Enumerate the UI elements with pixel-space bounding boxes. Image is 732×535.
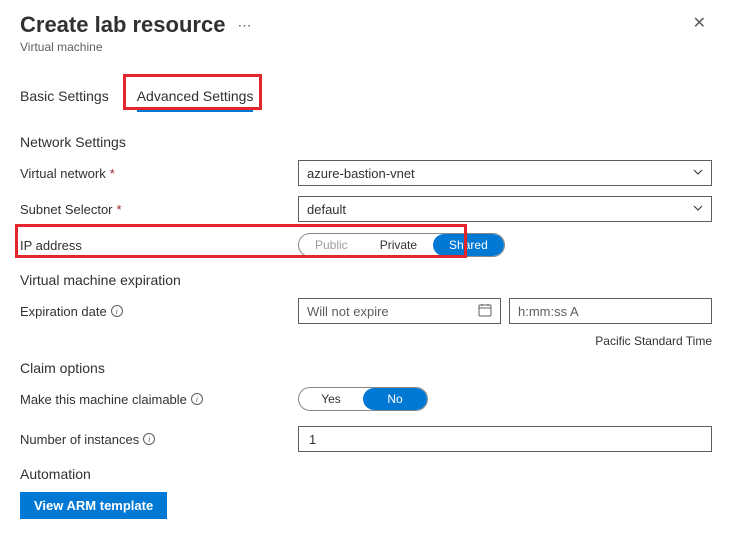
label-instances-text: Number of instances bbox=[20, 432, 139, 447]
label-ip-address: IP address bbox=[20, 238, 298, 253]
label-expiration-date: Expiration date i bbox=[20, 304, 298, 319]
chevron-down-icon bbox=[693, 203, 703, 216]
info-icon[interactable]: i bbox=[191, 393, 203, 405]
close-button[interactable]: ✕ bbox=[687, 12, 712, 36]
label-instances: Number of instances i bbox=[20, 432, 298, 447]
expiration-time-input[interactable]: h:mm:ss A bbox=[509, 298, 712, 324]
expiration-date-input[interactable]: Will not expire bbox=[298, 298, 501, 324]
info-icon[interactable]: i bbox=[111, 305, 123, 317]
page-subtitle: Virtual machine bbox=[20, 40, 254, 54]
row-subnet-selector: Subnet Selector * default bbox=[20, 196, 712, 222]
required-indicator: * bbox=[117, 202, 122, 217]
timezone-label: Pacific Standard Time bbox=[20, 334, 712, 348]
calendar-icon bbox=[478, 303, 492, 320]
section-claim-options: Claim options bbox=[20, 360, 712, 376]
view-arm-template-button[interactable]: View ARM template bbox=[20, 492, 167, 519]
ip-option-shared[interactable]: Shared bbox=[433, 234, 504, 256]
instances-field[interactable] bbox=[307, 431, 703, 448]
virtual-network-select[interactable]: azure-bastion-vnet bbox=[298, 160, 712, 186]
label-claimable-text: Make this machine claimable bbox=[20, 392, 187, 407]
section-vm-expiration: Virtual machine expiration bbox=[20, 272, 712, 288]
tab-bar: Basic Settings Advanced Settings bbox=[20, 82, 712, 112]
page-title: Create lab resource bbox=[20, 12, 225, 38]
more-actions-button[interactable]: ⋯ bbox=[235, 17, 254, 34]
section-automation: Automation bbox=[20, 466, 712, 482]
info-icon[interactable]: i bbox=[143, 433, 155, 445]
label-subnet-selector: Subnet Selector * bbox=[20, 202, 298, 217]
row-virtual-network: Virtual network * azure-bastion-vnet bbox=[20, 160, 712, 186]
row-claimable: Make this machine claimable i Yes No bbox=[20, 386, 712, 412]
label-claimable: Make this machine claimable i bbox=[20, 392, 298, 407]
pane-header: Create lab resource ⋯ Virtual machine ✕ bbox=[20, 12, 712, 54]
expiration-placeholder: Will not expire bbox=[307, 304, 389, 319]
row-instances: Number of instances i bbox=[20, 426, 712, 452]
section-network-settings: Network Settings bbox=[20, 134, 712, 150]
tab-advanced-settings[interactable]: Advanced Settings bbox=[137, 82, 254, 112]
ip-option-private[interactable]: Private bbox=[364, 234, 433, 256]
subnet-value: default bbox=[307, 202, 346, 217]
claimable-no[interactable]: No bbox=[363, 388, 427, 410]
label-expiration-date-text: Expiration date bbox=[20, 304, 107, 319]
label-subnet-text: Subnet Selector bbox=[20, 202, 113, 217]
claimable-yes[interactable]: Yes bbox=[299, 388, 363, 410]
instances-input[interactable] bbox=[298, 426, 712, 452]
header-text: Create lab resource ⋯ Virtual machine bbox=[20, 12, 254, 54]
chevron-down-icon bbox=[693, 167, 703, 180]
subnet-select[interactable]: default bbox=[298, 196, 712, 222]
ip-address-toggle: Public Private Shared bbox=[298, 233, 505, 257]
claimable-toggle: Yes No bbox=[298, 387, 428, 411]
row-ip-address: IP address Public Private Shared bbox=[20, 232, 712, 258]
required-indicator: * bbox=[110, 166, 115, 181]
label-virtual-network: Virtual network * bbox=[20, 166, 298, 181]
virtual-network-value: azure-bastion-vnet bbox=[307, 166, 415, 181]
time-placeholder: h:mm:ss A bbox=[518, 304, 579, 319]
label-virtual-network-text: Virtual network bbox=[20, 166, 106, 181]
create-lab-resource-pane: Create lab resource ⋯ Virtual machine ✕ … bbox=[0, 0, 732, 535]
ip-option-public: Public bbox=[299, 234, 364, 256]
tab-basic-settings[interactable]: Basic Settings bbox=[20, 82, 109, 112]
row-expiration-date: Expiration date i Will not expire h:mm:s… bbox=[20, 298, 712, 324]
